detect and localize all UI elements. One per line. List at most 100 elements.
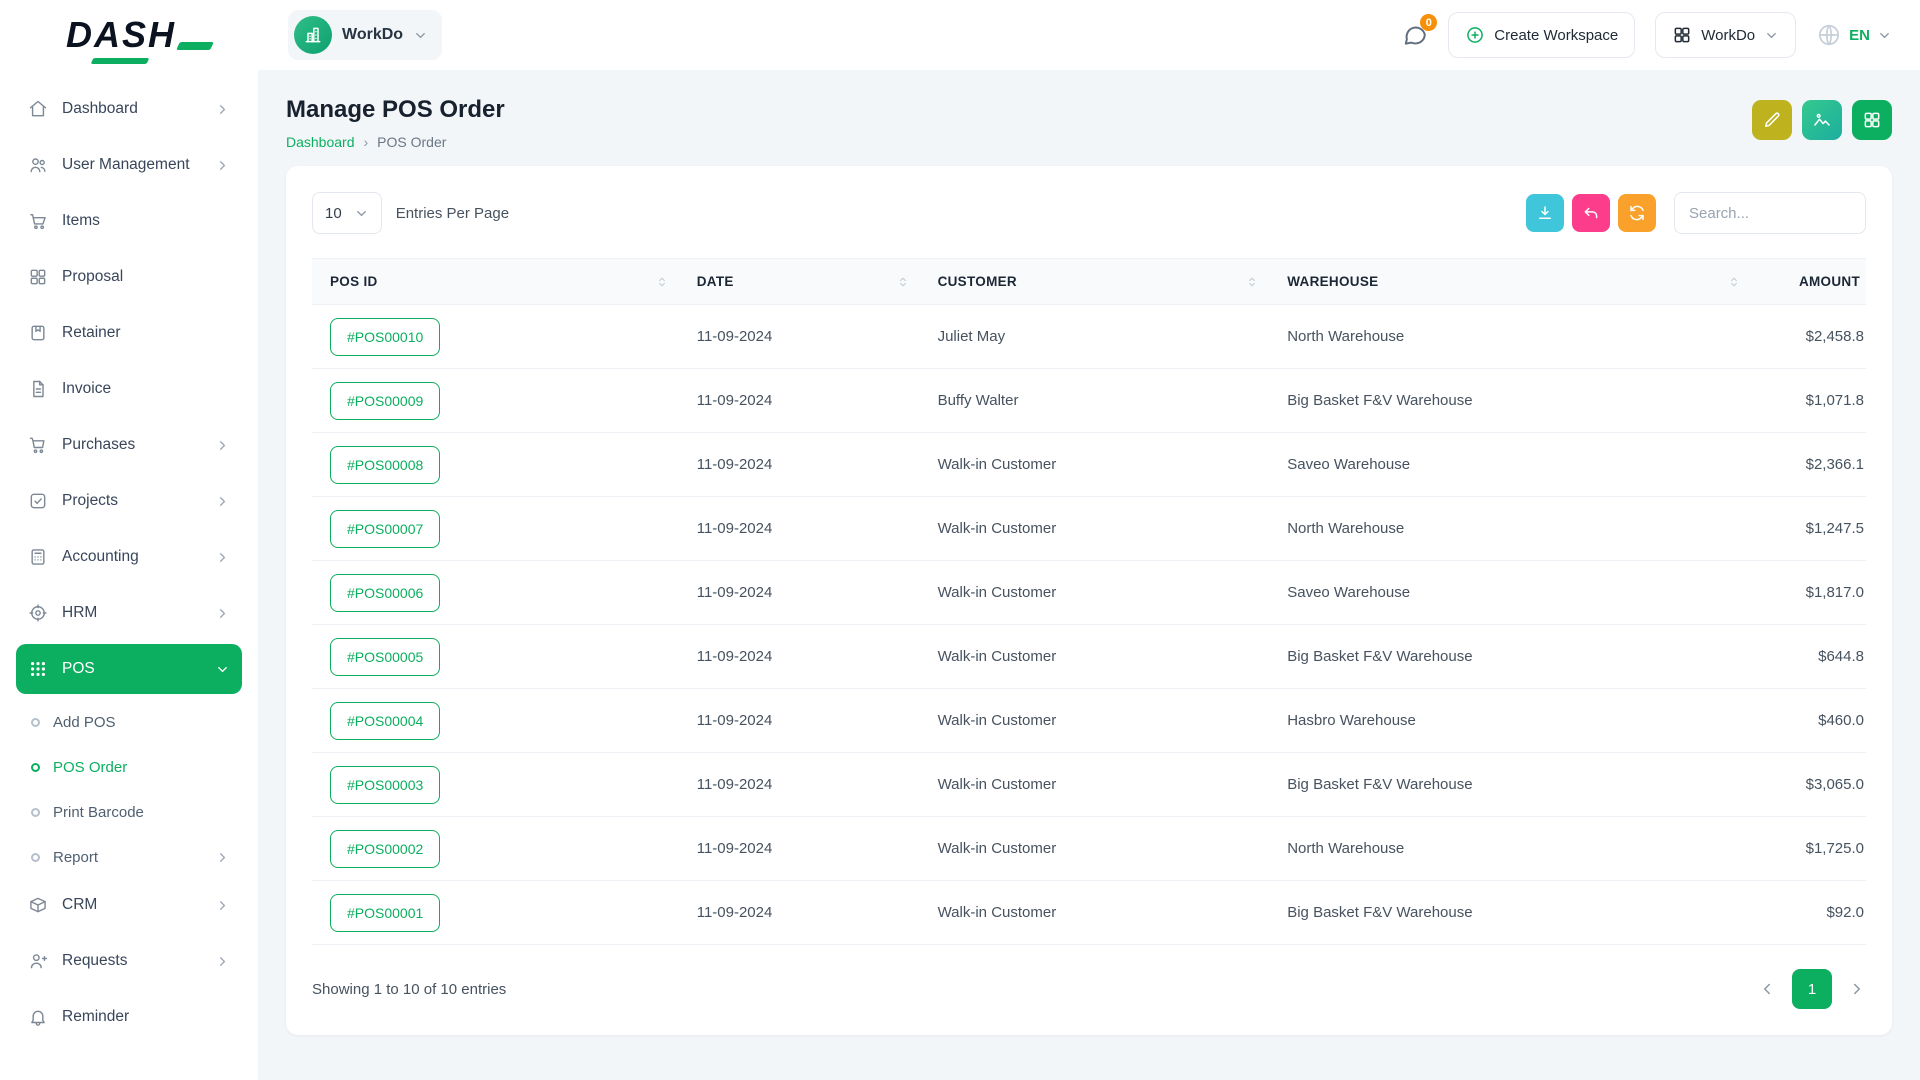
column-header-customer[interactable]: CUSTOMER bbox=[934, 259, 1284, 305]
prev-page-button[interactable] bbox=[1758, 980, 1776, 998]
chevron-left-icon bbox=[1758, 980, 1776, 998]
chevron-right-icon bbox=[215, 850, 230, 865]
export-button[interactable] bbox=[1526, 194, 1564, 232]
sidebar-subitem-print-barcode[interactable]: Print Barcode bbox=[16, 790, 242, 835]
user-plus-icon bbox=[28, 951, 48, 971]
cell-amount: $1,071.8 bbox=[1765, 369, 1866, 433]
bullet-icon bbox=[31, 763, 40, 772]
bullet-icon bbox=[31, 808, 40, 817]
sidebar-item-label: Items bbox=[62, 212, 100, 230]
chevron-right-icon bbox=[215, 954, 230, 969]
reset-button[interactable] bbox=[1572, 194, 1610, 232]
entries-per-page-select[interactable]: 10 bbox=[312, 192, 382, 234]
sidebar-item-hrm[interactable]: HRM bbox=[16, 588, 242, 638]
grid-view-action-button[interactable] bbox=[1852, 100, 1892, 140]
sidebar-item-retainer[interactable]: Retainer bbox=[16, 308, 242, 358]
sidebar-subitem-report[interactable]: Report bbox=[16, 835, 242, 880]
column-header-date[interactable]: DATE bbox=[693, 259, 934, 305]
edit-action-button[interactable] bbox=[1752, 100, 1792, 140]
check-square-icon bbox=[28, 491, 48, 511]
sidebar-item-dashboard[interactable]: Dashboard bbox=[16, 84, 242, 134]
sidebar-item-label: Purchases bbox=[62, 436, 135, 454]
column-header-amount[interactable]: AMOUNT bbox=[1765, 259, 1866, 305]
column-header-warehouse[interactable]: WAREHOUSE bbox=[1283, 259, 1765, 305]
column-label: AMOUNT bbox=[1799, 274, 1860, 289]
sidebar-item-label: Dashboard bbox=[62, 100, 138, 118]
pos-id-link[interactable]: #POS00002 bbox=[330, 830, 440, 868]
sidebar-item-proposal[interactable]: Proposal bbox=[16, 252, 242, 302]
plus-circle-icon bbox=[1465, 25, 1485, 45]
sidebar-item-label: Reminder bbox=[62, 1008, 129, 1026]
logo[interactable]: DASH bbox=[0, 14, 258, 56]
sidebar-item-user-management[interactable]: User Management bbox=[16, 140, 242, 190]
sort-icon bbox=[1727, 275, 1741, 289]
pos-id-link[interactable]: #POS00009 bbox=[330, 382, 440, 420]
language-selector[interactable]: EN bbox=[1816, 22, 1892, 48]
breadcrumb-dashboard-link[interactable]: Dashboard bbox=[286, 134, 355, 150]
cell-customer: Walk-in Customer bbox=[934, 561, 1284, 625]
sidebar-subitem-label: Add POS bbox=[53, 714, 116, 731]
sidebar-item-requests[interactable]: Requests bbox=[16, 936, 242, 986]
sidebar-subitem-add-pos[interactable]: Add POS bbox=[16, 700, 242, 745]
table-row: #POS00006 11-09-2024 Walk-in Customer Sa… bbox=[312, 561, 1866, 625]
box-icon bbox=[28, 895, 48, 915]
sidebar-item-accounting[interactable]: Accounting bbox=[16, 532, 242, 582]
pos-id-link[interactable]: #POS00004 bbox=[330, 702, 440, 740]
search-input[interactable] bbox=[1674, 192, 1866, 234]
sidebar-subitem-pos-order[interactable]: POS Order bbox=[16, 745, 242, 790]
cell-customer: Walk-in Customer bbox=[934, 433, 1284, 497]
bullet-icon bbox=[31, 853, 40, 862]
sort-icon bbox=[896, 275, 910, 289]
pos-id-link[interactable]: #POS00003 bbox=[330, 766, 440, 804]
cell-amount: $3,065.0 bbox=[1765, 753, 1866, 817]
create-workspace-button[interactable]: Create Workspace bbox=[1448, 12, 1635, 58]
workspace-menu-button[interactable]: WorkDo bbox=[1655, 12, 1796, 58]
sidebar-item-invoice[interactable]: Invoice bbox=[16, 364, 242, 414]
cell-warehouse: Big Basket F&V Warehouse bbox=[1283, 625, 1765, 689]
building-icon bbox=[303, 25, 323, 45]
pos-id-link[interactable]: #POS00001 bbox=[330, 894, 440, 932]
theme-action-button[interactable] bbox=[1802, 100, 1842, 140]
sidebar-item-reminder[interactable]: Reminder bbox=[16, 992, 242, 1042]
sidebar-item-purchases[interactable]: Purchases bbox=[16, 420, 242, 470]
refresh-button[interactable] bbox=[1618, 194, 1656, 232]
chevron-right-icon bbox=[215, 550, 230, 565]
sidebar-item-pos[interactable]: POS bbox=[16, 644, 242, 694]
pos-id-link[interactable]: #POS00006 bbox=[330, 574, 440, 612]
sort-icon bbox=[1245, 275, 1259, 289]
chevron-down-icon bbox=[413, 28, 428, 43]
page-number-button[interactable]: 1 bbox=[1792, 969, 1832, 1009]
workspace-avatar bbox=[294, 16, 332, 54]
pos-id-link[interactable]: #POS00007 bbox=[330, 510, 440, 548]
chevron-down-icon bbox=[1877, 28, 1892, 43]
globe-icon bbox=[1816, 22, 1842, 48]
messages-button[interactable]: 0 bbox=[1402, 22, 1428, 48]
pos-order-table: POS ID DATE CUSTOMER WAREHOUSE AMOUNT #P… bbox=[312, 258, 1866, 945]
column-label: DATE bbox=[697, 274, 734, 289]
table-row: #POS00004 11-09-2024 Walk-in Customer Ha… bbox=[312, 689, 1866, 753]
sidebar-item-projects[interactable]: Projects bbox=[16, 476, 242, 526]
table-row: #POS00001 11-09-2024 Walk-in Customer Bi… bbox=[312, 881, 1866, 945]
workspace-selector[interactable]: WorkDo bbox=[288, 10, 442, 60]
pos-id-link[interactable]: #POS00008 bbox=[330, 446, 440, 484]
column-header-pos-id[interactable]: POS ID bbox=[312, 259, 693, 305]
cell-customer: Walk-in Customer bbox=[934, 817, 1284, 881]
sort-icon bbox=[655, 275, 669, 289]
pos-id-link[interactable]: #POS00010 bbox=[330, 318, 440, 356]
sidebar-item-items[interactable]: Items bbox=[16, 196, 242, 246]
next-page-button[interactable] bbox=[1848, 980, 1866, 998]
sidebar-item-crm[interactable]: CRM bbox=[16, 880, 242, 930]
cell-date: 11-09-2024 bbox=[693, 689, 934, 753]
refresh-icon bbox=[1628, 204, 1646, 222]
pos-id-link[interactable]: #POS00005 bbox=[330, 638, 440, 676]
cell-customer: Walk-in Customer bbox=[934, 753, 1284, 817]
main-content: Manage POS Order Dashboard › POS Order bbox=[258, 70, 1920, 1080]
sidebar-item-label: Projects bbox=[62, 492, 118, 510]
page-header: Manage POS Order Dashboard › POS Order bbox=[286, 96, 1892, 150]
cell-amount: $644.8 bbox=[1765, 625, 1866, 689]
breadcrumb: Dashboard › POS Order bbox=[286, 134, 505, 150]
workspace-menu-label: WorkDo bbox=[1701, 27, 1755, 44]
breadcrumb-current: POS Order bbox=[377, 134, 446, 150]
calculator-icon bbox=[28, 547, 48, 567]
cell-amount: $92.0 bbox=[1765, 881, 1866, 945]
